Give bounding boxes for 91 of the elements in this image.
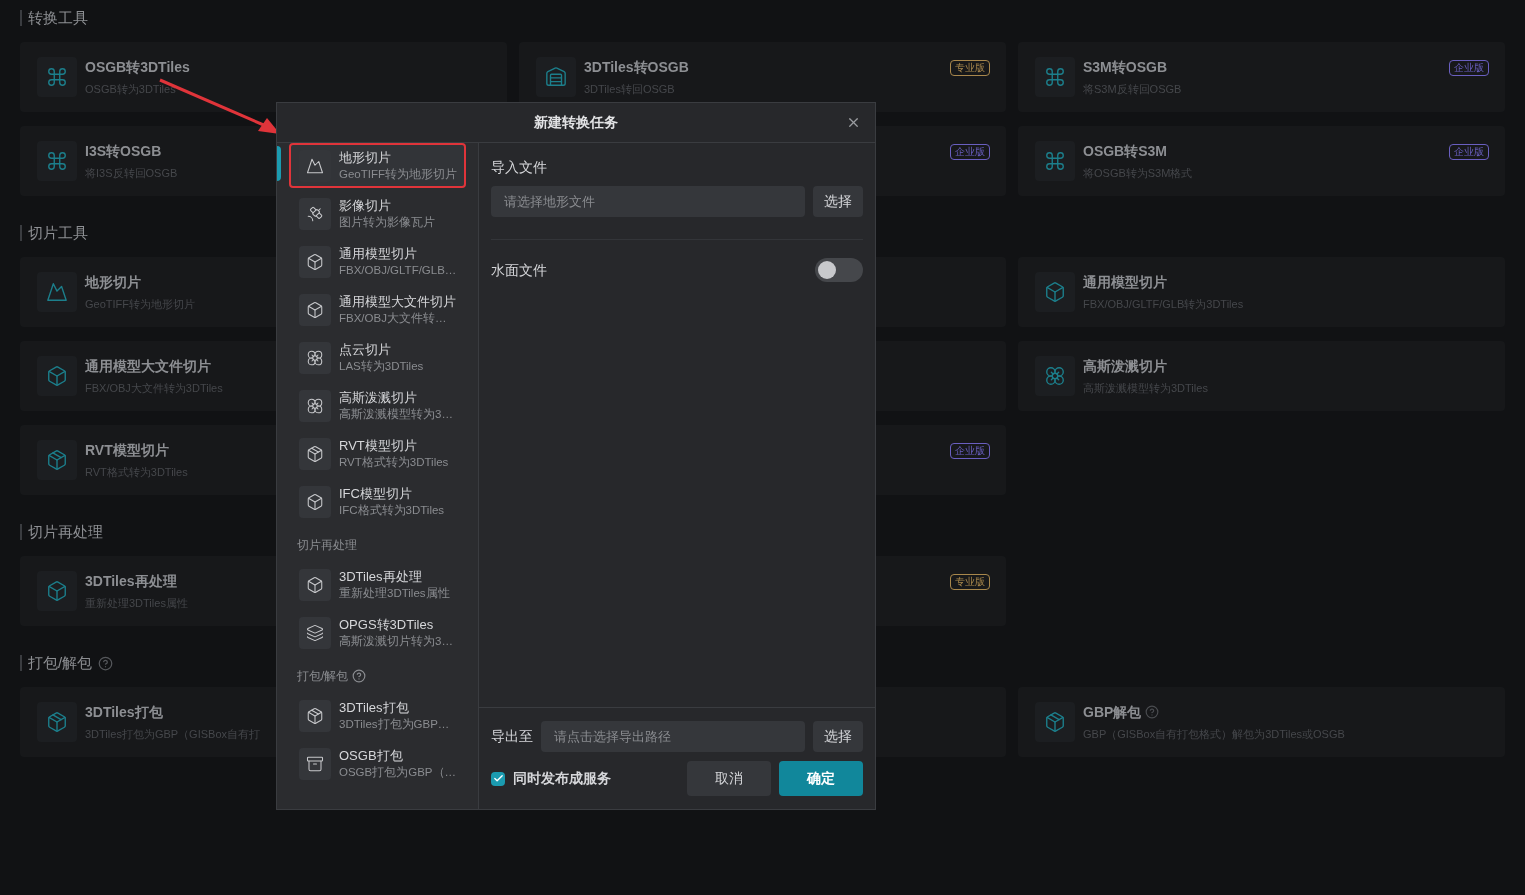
task-icon (306, 623, 324, 642)
tool-title: 通用模型切片 (1083, 272, 1167, 292)
confirm-button[interactable]: 确定 (779, 761, 863, 796)
water-toggle[interactable] (815, 258, 863, 282)
tool-icon (1044, 711, 1066, 733)
task-icon (306, 300, 324, 319)
edition-badge: 专业版 (950, 574, 990, 590)
export-path-field[interactable]: 请点击选择导出路径 (541, 721, 805, 752)
task-type-item[interactable]: 地形切片 GeoTIFF转为地形切片 (289, 143, 466, 188)
task-description: RVT格式转为3DTiles (339, 455, 449, 470)
section-title: 切片工具 (28, 222, 88, 243)
section-marker (20, 225, 22, 241)
select-button[interactable]: 选择 (813, 721, 863, 752)
task-description: 重新处理3DTiles属性 (339, 586, 450, 601)
tool-icon (46, 365, 68, 387)
tool-title: 3DTiles再处理 (85, 571, 177, 591)
cancel-button[interactable]: 取消 (687, 761, 771, 796)
publish-checkbox[interactable] (491, 771, 505, 786)
edition-badge: 企业版 (1449, 144, 1489, 160)
task-icon (306, 754, 324, 773)
select-button[interactable]: 选择 (813, 186, 863, 217)
group-label: 切片再处理 (297, 537, 357, 554)
task-title: 3DTiles打包 (339, 699, 410, 716)
task-icon (306, 492, 324, 511)
task-title: 影像切片 (339, 197, 392, 214)
task-title: 地形切片 (339, 149, 392, 166)
tool-icon (46, 150, 68, 172)
task-description: LAS转为3DTiles (339, 359, 424, 374)
tool-icon (46, 711, 68, 733)
tool-icon (1044, 66, 1066, 88)
task-description: 3DTiles打包为GBP… (339, 717, 450, 732)
section-marker (20, 10, 22, 26)
selection-indicator (277, 146, 281, 181)
task-icon (306, 706, 324, 725)
section-title: 切片再处理 (28, 521, 103, 542)
task-description: FBX/OBJ/GLTF/GLB… (339, 263, 456, 278)
task-description: FBX/OBJ大文件转… (339, 311, 448, 326)
section-title: 转换工具 (28, 7, 88, 28)
task-title: 通用模型大文件切片 (339, 293, 456, 310)
group-label: 打包/解包 (297, 668, 349, 685)
edition-badge: 企业版 (950, 443, 990, 459)
tool-icon (46, 449, 68, 471)
task-type-item[interactable]: 3DTiles打包 3DTiles打包为GBP… (289, 693, 466, 738)
tool-icon (1044, 150, 1066, 172)
import-file-field[interactable]: 请选择地形文件 (491, 186, 805, 217)
tool-icon (1044, 365, 1066, 387)
task-type-item[interactable]: 3DTiles再处理 重新处理3DTiles属性 (289, 562, 466, 607)
tool-title: OSGB转S3M (1083, 141, 1167, 161)
tool-title: S3M转OSGB (1083, 57, 1167, 77)
tool-icon (1044, 281, 1066, 303)
task-title: 高斯泼溅切片 (339, 389, 418, 406)
task-description: 图片转为影像瓦片 (339, 215, 435, 230)
close-button[interactable] (846, 115, 861, 130)
edition-badge: 专业版 (950, 60, 990, 76)
task-icon (306, 156, 324, 175)
task-icon (306, 396, 324, 415)
tool-title: RVT模型切片 (85, 440, 169, 460)
help-icon[interactable] (352, 669, 367, 683)
edition-badge: 企业版 (950, 144, 990, 160)
task-description: 高斯泼溅切片转为3… (339, 634, 453, 649)
tool-title: OSGB转3DTiles (85, 57, 190, 77)
tool-icon (46, 66, 68, 88)
task-icon (306, 348, 324, 367)
tool-icon (545, 66, 567, 88)
tool-title: 3DTiles打包 (85, 702, 163, 722)
edition-badge: 企业版 (1449, 60, 1489, 76)
tool-title: I3S转OSGB (85, 141, 162, 161)
tool-icon (46, 281, 68, 303)
tool-title: 地形切片 (85, 272, 141, 292)
checkbox-label: 同时发布成服务 (513, 769, 611, 788)
help-icon[interactable] (98, 655, 114, 671)
tool-title: 3DTiles转OSGB (584, 57, 689, 77)
task-icon (306, 252, 324, 271)
task-description: GeoTIFF转为地形切片 (339, 167, 456, 182)
task-title: RVT模型切片 (339, 437, 418, 454)
section-marker (20, 655, 22, 671)
section-marker (20, 524, 22, 540)
tool-title: GBP解包 (1083, 702, 1142, 722)
task-icon (306, 575, 324, 594)
tool-title: 通用模型大文件切片 (85, 356, 211, 376)
task-title: 3DTiles再处理 (339, 568, 423, 585)
tool-title: 高斯泼溅切片 (1083, 356, 1167, 376)
task-type-item[interactable]: RVT模型切片 RVT格式转为3DTiles (289, 431, 466, 476)
task-title: 点云切片 (339, 341, 392, 358)
task-description: OSGB打包为GBP（… (339, 765, 456, 780)
dialog-title: 新建转换任务 (534, 113, 618, 132)
tool-icon (46, 580, 68, 602)
task-description: IFC格式转为3DTiles (339, 503, 445, 518)
section-title: 打包/解包 (28, 652, 93, 673)
task-icon (306, 204, 324, 223)
task-icon (306, 444, 324, 463)
